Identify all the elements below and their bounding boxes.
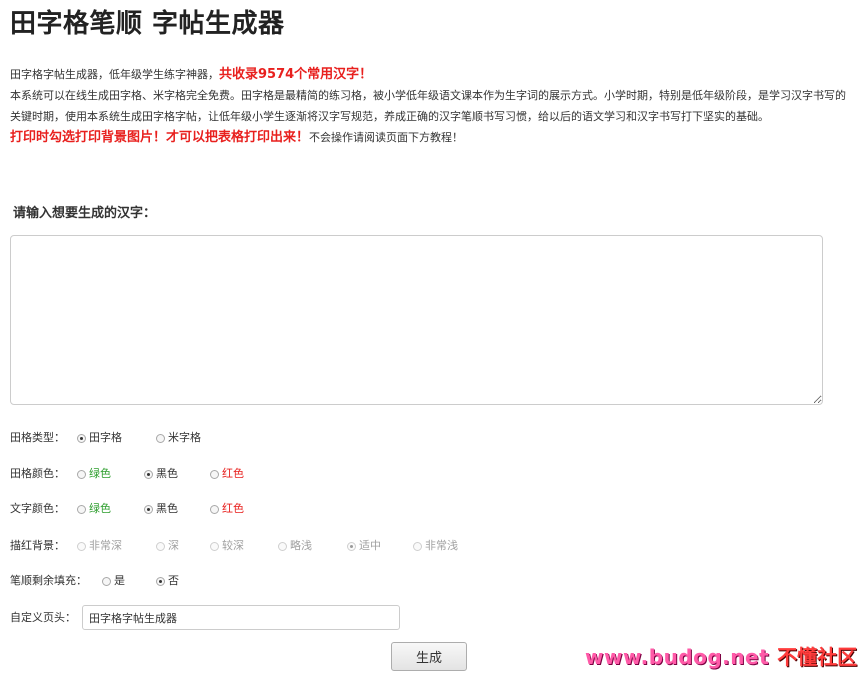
grid-color-option-green[interactable]: 绿色: [77, 464, 111, 484]
text-color-label: 文字颜色：: [10, 502, 65, 515]
intro-line1: 田字格字帖生成器，低年级学生练字神器，共收录9574个常用汉字！: [10, 64, 852, 85]
chinese-text-input[interactable]: [10, 235, 823, 405]
option-label: 深: [168, 539, 179, 552]
text-color-option-red[interactable]: 红色: [210, 499, 244, 519]
trace-option-darker[interactable]: 较深: [210, 536, 244, 556]
input-label: 请输入想要生成的汉字：: [13, 206, 157, 221]
radio-unchecked-icon[interactable]: [210, 469, 219, 479]
intro-section: 田字格字帖生成器，低年级学生练字神器，共收录9574个常用汉字！ 本系统可以在线…: [10, 64, 852, 148]
radio-checked-icon[interactable]: [144, 504, 153, 514]
grid-color-label: 田格颜色：: [10, 467, 65, 480]
custom-header-label: 自定义页头：: [10, 611, 76, 624]
radio-checked-icon[interactable]: [347, 541, 356, 551]
radio-unchecked-icon[interactable]: [278, 541, 287, 551]
trace-option-dark[interactable]: 深: [156, 536, 179, 556]
intro-paragraph: 本系统可以在线生成田字格、米字格完全免费。田字格是最精简的练习格，被小学低年级语…: [10, 89, 846, 123]
custom-header-input[interactable]: [82, 605, 400, 630]
site-watermark: www.budog.net 不懂社区: [585, 644, 857, 672]
radio-unchecked-icon[interactable]: [156, 541, 165, 551]
fill-remaining-label: 笔顺剩余填充：: [10, 574, 87, 587]
print-tip-suffix: 不会操作请阅读页面下方教程！: [309, 131, 464, 144]
grid-type-option-mizi[interactable]: 米字格: [156, 428, 201, 448]
text-color-option-black[interactable]: 黑色: [144, 499, 178, 519]
option-label: 绿色: [89, 502, 111, 515]
option-label: 适中: [359, 539, 381, 552]
grid-color-option-red[interactable]: 红色: [210, 464, 244, 484]
print-tip: 打印时勾选打印背景图片！才可以把表格打印出来！不会操作请阅读页面下方教程！: [10, 127, 852, 148]
radio-unchecked-icon[interactable]: [77, 504, 86, 514]
radio-unchecked-icon[interactable]: [102, 576, 111, 586]
trace-option-light[interactable]: 略浅: [278, 536, 312, 556]
trace-option-very-dark[interactable]: 非常深: [77, 536, 122, 556]
generate-button[interactable]: 生成: [391, 642, 467, 671]
radio-unchecked-icon[interactable]: [210, 541, 219, 551]
text-color-option-green[interactable]: 绿色: [77, 499, 111, 519]
option-label: 非常深: [89, 539, 122, 552]
option-label: 田字格: [89, 431, 122, 444]
option-label: 红色: [222, 467, 244, 480]
option-label: 非常浅: [425, 539, 458, 552]
option-label: 黑色: [156, 467, 178, 480]
radio-checked-icon[interactable]: [144, 469, 153, 479]
watermark-name: 不懂社区: [777, 645, 858, 669]
option-label: 否: [168, 574, 179, 587]
radio-unchecked-icon[interactable]: [156, 433, 165, 443]
option-label: 黑色: [156, 502, 178, 515]
radio-unchecked-icon[interactable]: [210, 504, 219, 514]
radio-unchecked-icon[interactable]: [413, 541, 422, 551]
intro-highlight-count: 共收录9574个常用汉字！: [219, 67, 373, 82]
trace-option-very-light[interactable]: 非常浅: [413, 536, 458, 556]
page-title: 田字格笔顺 字帖生成器: [10, 9, 285, 39]
option-label: 是: [114, 574, 125, 587]
radio-checked-icon[interactable]: [77, 433, 86, 443]
grid-type-label: 田格类型：: [10, 431, 65, 444]
radio-unchecked-icon[interactable]: [77, 469, 86, 479]
option-label: 略浅: [290, 539, 312, 552]
trace-option-medium[interactable]: 适中: [347, 536, 381, 556]
fill-remaining-option-yes[interactable]: 是: [102, 571, 125, 591]
option-label: 米字格: [168, 431, 201, 444]
grid-type-option-tianzi[interactable]: 田字格: [77, 428, 122, 448]
fill-remaining-option-no[interactable]: 否: [156, 571, 179, 591]
grid-color-option-black[interactable]: 黑色: [144, 464, 178, 484]
radio-unchecked-icon[interactable]: [77, 541, 86, 551]
trace-background-label: 描红背景：: [10, 539, 65, 552]
intro-line1-text: 田字格字帖生成器，低年级学生练字神器，: [10, 68, 219, 81]
watermark-url: www.budog.net: [585, 645, 770, 669]
radio-checked-icon[interactable]: [156, 576, 165, 586]
option-label: 较深: [222, 539, 244, 552]
option-label: 绿色: [89, 467, 111, 480]
option-label: 红色: [222, 502, 244, 515]
print-tip-highlight: 打印时勾选打印背景图片！才可以把表格打印出来！: [10, 130, 310, 145]
